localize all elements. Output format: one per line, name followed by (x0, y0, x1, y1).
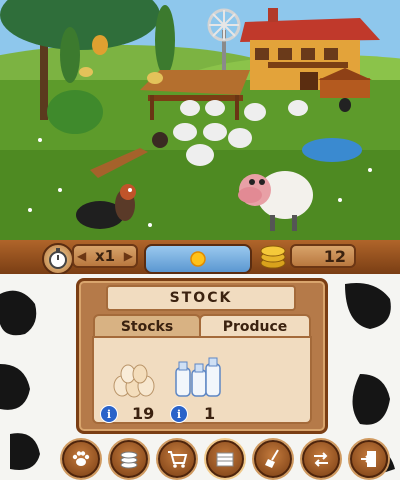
stock-title-bar: STOCK (106, 285, 296, 311)
stock-title: STOCK (169, 290, 233, 306)
paw-button[interactable] (62, 440, 100, 478)
speed-decrease-arrow-icon[interactable]: ◀ (77, 249, 86, 263)
weather-indicator (144, 244, 252, 274)
tab-stocks[interactable]: Stocks (93, 314, 201, 338)
coin-counter: 12 (290, 244, 356, 268)
stock-button[interactable] (206, 440, 244, 478)
farmhouse (240, 8, 380, 98)
swap-arrows-icon (314, 452, 328, 467)
stopwatch-icon[interactable] (42, 243, 74, 275)
speed-value: x1 (94, 247, 116, 265)
eggs-icon[interactable] (110, 360, 156, 398)
paw-icon (72, 451, 90, 466)
eggs-glyph (113, 364, 155, 398)
coins-stack-icon (120, 451, 138, 469)
crate-icon (216, 452, 234, 467)
coins-glyph (260, 245, 286, 269)
exit-button[interactable] (350, 440, 388, 478)
broom-icon (265, 449, 279, 468)
shop-button[interactable] (158, 440, 196, 478)
milk-info-icon[interactable]: i (170, 405, 188, 423)
clean-button[interactable] (254, 440, 292, 478)
coins-button[interactable] (110, 440, 148, 478)
farm-scene[interactable] (0, 0, 400, 240)
coin-count: 12 (323, 246, 346, 266)
farm-scene-art (0, 0, 400, 240)
sun-icon (190, 251, 206, 267)
eggs-count: 19 (132, 404, 155, 423)
eggs-info-icon[interactable]: i (100, 405, 118, 423)
tab-produce[interactable]: Produce (199, 314, 311, 338)
exit-door-icon (361, 451, 376, 467)
stopwatch-glyph (49, 248, 67, 269)
swap-button[interactable] (302, 440, 340, 478)
milk-count: 1 (204, 404, 216, 423)
bottom-toolbar (62, 440, 388, 478)
coins-icon (258, 241, 288, 271)
speed-increase-arrow-icon[interactable]: ▶ (124, 249, 133, 263)
speed-control: ◀ x1 ▶ (72, 244, 138, 268)
milk-bottles-glyph (175, 357, 221, 397)
shopping-cart-icon (168, 451, 188, 468)
milk-bottles-icon[interactable] (172, 356, 224, 398)
